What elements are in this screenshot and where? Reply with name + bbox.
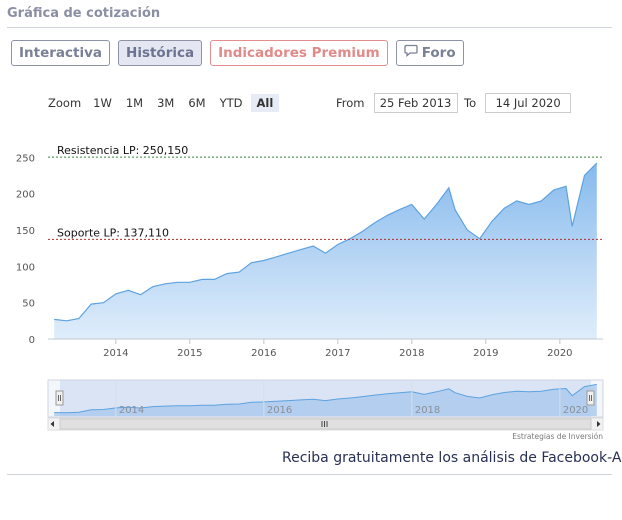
chart-credit[interactable]: Estrategias de Inversión — [512, 432, 603, 441]
y-tick-label: 150 — [16, 226, 35, 237]
range-from-input[interactable]: 25 Feb 2013 — [373, 93, 458, 113]
tab-indicadores-premium[interactable]: Indicadores Premium — [210, 40, 388, 66]
tab-foro[interactable]: Foro — [395, 40, 464, 66]
tab-historica[interactable]: Histórica — [118, 40, 203, 66]
x-tick-label: 2018 — [399, 348, 424, 359]
range-to-label: To — [464, 96, 477, 110]
price-area — [54, 163, 597, 339]
zoom-button-ytd[interactable]: YTD — [214, 94, 249, 112]
y-tick-label: 250 — [16, 153, 35, 164]
support-label: Soporte LP: 137,110 — [57, 226, 169, 239]
price-chart: 050100150200250 Resistencia LP: 250,150 … — [16, 144, 604, 441]
y-tick-label: 50 — [22, 299, 35, 310]
range-from: From 25 Feb 2013 — [336, 93, 458, 113]
tab-historica-label: Histórica — [126, 45, 195, 61]
footer-cta-text[interactable]: Reciba gratuitamente los análisis de Fac… — [282, 450, 621, 466]
range-from-label: From — [336, 96, 365, 110]
footer-divider — [7, 474, 612, 475]
x-tick-label: 2014 — [103, 348, 128, 359]
navigator-handle-right[interactable] — [586, 390, 595, 406]
x-tick-label: 2017 — [325, 348, 350, 359]
chat-bubble-icon — [404, 41, 418, 65]
zoom-button-all[interactable]: All — [250, 94, 280, 112]
range-to-input[interactable]: 14 Jul 2020 — [485, 93, 572, 113]
navigator-handle-left[interactable] — [55, 390, 64, 406]
x-tick-label: 2015 — [177, 348, 202, 359]
navigator-tick-label: 2016 — [267, 405, 292, 416]
x-tick-label: 2020 — [547, 348, 572, 359]
zoom-label: Zoom — [48, 96, 82, 110]
tab-interactiva-label: Interactiva — [19, 45, 103, 61]
x-tick-label: 2019 — [473, 348, 498, 359]
tab-interactiva[interactable]: Interactiva — [11, 40, 111, 66]
resistance-label: Resistencia LP: 250,150 — [57, 144, 188, 157]
y-tick-label: 0 — [29, 335, 35, 346]
zoom-button-1m[interactable]: 1M — [120, 94, 149, 112]
navigator-tick-label: 2020 — [563, 405, 588, 416]
y-tick-label: 200 — [16, 190, 35, 201]
navigator-tick-label: 2014 — [119, 405, 144, 416]
tab-premium-label: Indicadores Premium — [218, 45, 380, 61]
zoom-selector: Zoom 1W 1M 3M 6M YTD All — [48, 93, 281, 113]
chart-tabs: Interactiva Histórica Indicadores Premiu… — [11, 40, 464, 66]
y-tick-label: 100 — [16, 262, 35, 273]
range-to: To 14 Jul 2020 — [464, 93, 572, 113]
header-divider — [7, 27, 612, 28]
zoom-button-1w[interactable]: 1W — [87, 94, 118, 112]
chart-header-title: Gráfica de cotización — [7, 6, 161, 21]
x-tick-label: 2016 — [251, 348, 276, 359]
tab-foro-label: Foro — [421, 45, 456, 61]
zoom-button-6m[interactable]: 6M — [182, 94, 211, 112]
navigator-tick-label: 2018 — [415, 405, 440, 416]
zoom-button-3m[interactable]: 3M — [151, 94, 180, 112]
scrollbar-thumb[interactable] — [59, 418, 592, 430]
